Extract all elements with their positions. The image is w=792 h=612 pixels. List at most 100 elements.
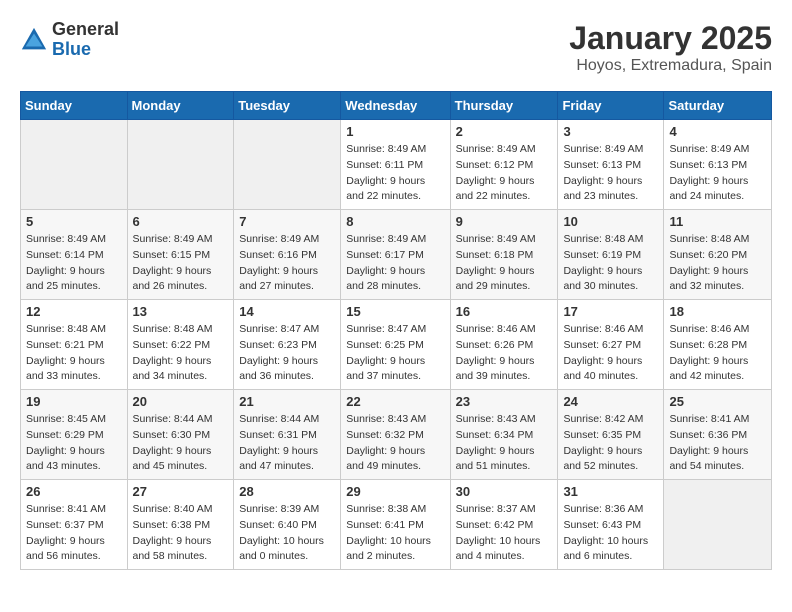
day-number: 17: [563, 304, 658, 319]
day-info: Sunrise: 8:39 AMSunset: 6:40 PMDaylight:…: [239, 502, 335, 565]
calendar-cell: 25 Sunrise: 8:41 AMSunset: 6:36 PMDayligh…: [664, 390, 772, 480]
day-number: 3: [563, 124, 658, 139]
calendar-cell: [21, 120, 128, 210]
calendar-cell: 9 Sunrise: 8:49 AMSunset: 6:18 PMDaylight…: [450, 210, 558, 300]
day-number: 14: [239, 304, 335, 319]
weekday-header: Tuesday: [234, 92, 341, 120]
calendar-cell: 6Sunrise: 8:49 AMSunset: 6:15 PMDaylight…: [127, 210, 234, 300]
day-info: Sunrise: 8:41 AMSunset: 6:37 PMDaylight:…: [26, 502, 122, 565]
day-number: 29: [346, 484, 444, 499]
day-info: Sunrise: 8:44 AMSunset: 6:30 PMDaylight:…: [133, 412, 229, 475]
day-info: Sunrise: 8:49 AMSunset: 6:13 PMDaylight:…: [669, 142, 766, 205]
title-block: January 2025 Hoyos, Extremadura, Spain: [569, 20, 772, 75]
calendar-cell: 1 Sunrise: 8:49 AMSunset: 6:11 PMDaylight…: [341, 120, 450, 210]
day-info: Sunrise: 8:36 AMSunset: 6:43 PMDaylight:…: [563, 502, 658, 565]
day-number: 30: [456, 484, 553, 499]
day-number: 20: [133, 394, 229, 409]
day-info: Sunrise: 8:49 AMSunset: 6:14 PMDaylight:…: [26, 232, 122, 295]
weekday-header: Monday: [127, 92, 234, 120]
calendar-cell: 10 Sunrise: 8:48 AMSunset: 6:19 PMDayligh…: [558, 210, 664, 300]
calendar-cell: 24 Sunrise: 8:42 AMSunset: 6:35 PMDayligh…: [558, 390, 664, 480]
day-info: Sunrise: 8:48 AMSunset: 6:22 PMDaylight:…: [133, 322, 229, 385]
day-info: Sunrise: 8:49 AMSunset: 6:15 PMDaylight:…: [133, 232, 229, 295]
day-info: Sunrise: 8:45 AMSunset: 6:29 PMDaylight:…: [26, 412, 122, 475]
calendar-cell: 16 Sunrise: 8:46 AMSunset: 6:26 PMDayligh…: [450, 300, 558, 390]
day-info: Sunrise: 8:49 AMSunset: 6:11 PMDaylight:…: [346, 142, 444, 205]
calendar-cell: 27 Sunrise: 8:40 AMSunset: 6:38 PMDayligh…: [127, 480, 234, 570]
calendar-cell: 22 Sunrise: 8:43 AMSunset: 6:32 PMDayligh…: [341, 390, 450, 480]
calendar-cell: 23 Sunrise: 8:43 AMSunset: 6:34 PMDayligh…: [450, 390, 558, 480]
calendar-cell: 21Sunrise: 8:44 AMSunset: 6:31 PMDayligh…: [234, 390, 341, 480]
day-number: 1: [346, 124, 444, 139]
day-number: 13: [133, 304, 229, 319]
calendar-cell: 15Sunrise: 8:47 AMSunset: 6:25 PMDayligh…: [341, 300, 450, 390]
day-number: 5: [26, 214, 122, 229]
day-number: 10: [563, 214, 658, 229]
day-number: 9: [456, 214, 553, 229]
day-number: 16: [456, 304, 553, 319]
day-number: 19: [26, 394, 122, 409]
day-info: Sunrise: 8:49 AMSunset: 6:13 PMDaylight:…: [563, 142, 658, 205]
calendar-cell: 14 Sunrise: 8:47 AMSunset: 6:23 PMDayligh…: [234, 300, 341, 390]
calendar-cell: 11Sunrise: 8:48 AMSunset: 6:20 PMDayligh…: [664, 210, 772, 300]
day-number: 8: [346, 214, 444, 229]
calendar-week-row: 19 Sunrise: 8:45 AMSunset: 6:29 PMDayligh…: [21, 390, 772, 480]
day-info: Sunrise: 8:49 AMSunset: 6:18 PMDaylight:…: [456, 232, 553, 295]
day-info: Sunrise: 8:49 AMSunset: 6:16 PMDaylight:…: [239, 232, 335, 295]
day-number: 2: [456, 124, 553, 139]
day-info: Sunrise: 8:46 AMSunset: 6:27 PMDaylight:…: [563, 322, 658, 385]
calendar-cell: 26 Sunrise: 8:41 AMSunset: 6:37 PMDayligh…: [21, 480, 128, 570]
day-info: Sunrise: 8:46 AMSunset: 6:26 PMDaylight:…: [456, 322, 553, 385]
day-info: Sunrise: 8:49 AMSunset: 6:12 PMDaylight:…: [456, 142, 553, 205]
day-number: 24: [563, 394, 658, 409]
calendar-cell: 2 Sunrise: 8:49 AMSunset: 6:12 PMDaylight…: [450, 120, 558, 210]
day-info: Sunrise: 8:46 AMSunset: 6:28 PMDaylight:…: [669, 322, 766, 385]
weekday-header: Sunday: [21, 92, 128, 120]
day-info: Sunrise: 8:41 AMSunset: 6:36 PMDaylight:…: [669, 412, 766, 475]
weekday-header: Thursday: [450, 92, 558, 120]
day-number: 22: [346, 394, 444, 409]
day-info: Sunrise: 8:47 AMSunset: 6:23 PMDaylight:…: [239, 322, 335, 385]
day-number: 7: [239, 214, 335, 229]
day-number: 28: [239, 484, 335, 499]
day-info: Sunrise: 8:43 AMSunset: 6:32 PMDaylight:…: [346, 412, 444, 475]
day-number: 4: [669, 124, 766, 139]
calendar-week-row: 5 Sunrise: 8:49 AMSunset: 6:14 PMDaylight…: [21, 210, 772, 300]
calendar-cell: 4 Sunrise: 8:49 AMSunset: 6:13 PMDaylight…: [664, 120, 772, 210]
calendar-cell: 28 Sunrise: 8:39 AMSunset: 6:40 PMDayligh…: [234, 480, 341, 570]
calendar-cell: 8 Sunrise: 8:49 AMSunset: 6:17 PMDaylight…: [341, 210, 450, 300]
day-number: 26: [26, 484, 122, 499]
page-title: January 2025: [569, 20, 772, 57]
day-info: Sunrise: 8:48 AMSunset: 6:19 PMDaylight:…: [563, 232, 658, 295]
calendar-cell: 19 Sunrise: 8:45 AMSunset: 6:29 PMDayligh…: [21, 390, 128, 480]
calendar-cell: 31Sunrise: 8:36 AMSunset: 6:43 PMDayligh…: [558, 480, 664, 570]
calendar-week-row: 1 Sunrise: 8:49 AMSunset: 6:11 PMDaylight…: [21, 120, 772, 210]
calendar-week-row: 12 Sunrise: 8:48 AMSunset: 6:21 PMDayligh…: [21, 300, 772, 390]
day-info: Sunrise: 8:42 AMSunset: 6:35 PMDaylight:…: [563, 412, 658, 475]
day-info: Sunrise: 8:38 AMSunset: 6:41 PMDaylight:…: [346, 502, 444, 565]
calendar-cell: [234, 120, 341, 210]
day-number: 12: [26, 304, 122, 319]
day-info: Sunrise: 8:48 AMSunset: 6:21 PMDaylight:…: [26, 322, 122, 385]
calendar-cell: 12 Sunrise: 8:48 AMSunset: 6:21 PMDayligh…: [21, 300, 128, 390]
calendar-cell: 29 Sunrise: 8:38 AMSunset: 6:41 PMDayligh…: [341, 480, 450, 570]
day-info: Sunrise: 8:49 AMSunset: 6:17 PMDaylight:…: [346, 232, 444, 295]
calendar-cell: [664, 480, 772, 570]
day-info: Sunrise: 8:40 AMSunset: 6:38 PMDaylight:…: [133, 502, 229, 565]
calendar-cell: 17 Sunrise: 8:46 AMSunset: 6:27 PMDayligh…: [558, 300, 664, 390]
day-info: Sunrise: 8:43 AMSunset: 6:34 PMDaylight:…: [456, 412, 553, 475]
calendar-cell: 30Sunrise: 8:37 AMSunset: 6:42 PMDayligh…: [450, 480, 558, 570]
calendar-header-row: SundayMondayTuesdayWednesdayThursdayFrid…: [21, 92, 772, 120]
weekday-header: Friday: [558, 92, 664, 120]
day-number: 18: [669, 304, 766, 319]
calendar-cell: 7 Sunrise: 8:49 AMSunset: 6:16 PMDaylight…: [234, 210, 341, 300]
day-number: 23: [456, 394, 553, 409]
day-number: 25: [669, 394, 766, 409]
weekday-header: Saturday: [664, 92, 772, 120]
page-header: General Blue January 2025 Hoyos, Extrema…: [20, 20, 772, 75]
calendar-cell: 5 Sunrise: 8:49 AMSunset: 6:14 PMDaylight…: [21, 210, 128, 300]
calendar-week-row: 26 Sunrise: 8:41 AMSunset: 6:37 PMDayligh…: [21, 480, 772, 570]
calendar-cell: 18 Sunrise: 8:46 AMSunset: 6:28 PMDayligh…: [664, 300, 772, 390]
day-number: 27: [133, 484, 229, 499]
calendar-cell: 3 Sunrise: 8:49 AMSunset: 6:13 PMDaylight…: [558, 120, 664, 210]
